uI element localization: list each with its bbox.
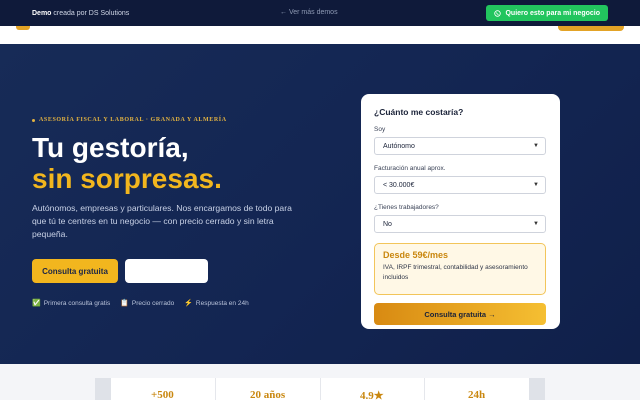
more-demos-link[interactable]: ← Ver más demos <box>280 9 338 16</box>
field-label-employees: ¿Tienes trabajadores? <box>374 204 439 211</box>
lightning-icon: ⚡ <box>184 300 193 307</box>
trust-item: ⚡ Respuesta en 24h <box>184 299 249 308</box>
price-value: Desde 59€/mes <box>383 250 449 260</box>
dot-icon <box>32 118 35 122</box>
hero-title-line1: Tu gestoría, <box>32 132 189 163</box>
stat-years: 20 años <box>250 389 286 400</box>
stat-response: 24h <box>468 389 486 400</box>
field-label-revenue: Facturación anual aprox. <box>374 165 446 172</box>
want-this-button[interactable]: Quiero esto para mi negocio <box>486 5 608 21</box>
clipboard-icon: 📋 <box>120 300 129 307</box>
trust-item: 📋 Precio cerrado <box>120 299 175 308</box>
header-cta-button[interactable] <box>558 26 624 31</box>
secondary-button[interactable] <box>125 259 208 283</box>
site-header <box>0 26 640 44</box>
client-type-select[interactable]: Autónomo ▼ <box>374 137 546 155</box>
trust-item: ✅ Primera consulta gratis <box>32 299 111 308</box>
hero-title: Tu gestoría, sin sorpresas. <box>32 132 222 194</box>
field-label-soy: Soy <box>374 126 386 133</box>
calculator-title: ¿Cuánto me costaría? <box>374 107 464 117</box>
price-includes: IVA, IRPF trimestral, contabilidad y ase… <box>383 264 528 281</box>
hero-subtitle: Autónomos, empresas y particulares. Nos … <box>32 203 292 239</box>
price-calculator-card: ¿Cuánto me costaría? Soy Autónomo ▼ Fact… <box>361 94 560 329</box>
hero-eyebrow: ASESORÍA FISCAL Y LABORAL · GRANADA Y AL… <box>32 117 227 123</box>
card-consultation-button[interactable]: Consulta gratuita → <box>374 303 546 325</box>
whatsapp-icon <box>494 9 502 17</box>
employees-select[interactable]: No ▼ <box>374 215 546 233</box>
free-consultation-button[interactable]: Consulta gratuita <box>32 259 118 283</box>
stat-clients: +500 <box>151 389 174 400</box>
check-icon: ✅ <box>32 300 41 307</box>
chevron-down-icon: ▼ <box>533 221 539 227</box>
chevron-down-icon: ▼ <box>533 143 539 149</box>
stat-rating: 4.9★ <box>360 390 384 400</box>
price-result: Desde 59€/mes IVA, IRPF trimestral, cont… <box>374 243 546 295</box>
hero-title-line2: sin sorpresas. <box>32 163 222 194</box>
trust-badges: ✅ Primera consulta gratis 📋 Precio cerrado… <box>32 299 249 308</box>
want-this-label: Quiero esto para mi negocio <box>505 9 600 17</box>
site-logo[interactable] <box>16 26 30 30</box>
revenue-select[interactable]: < 30.000€ ▼ <box>374 176 546 194</box>
demo-bar: Demo creada por DS Solutions ← Ver más d… <box>0 0 640 26</box>
demo-brand: Demo creada por DS Solutions <box>32 9 130 17</box>
chevron-down-icon: ▼ <box>533 182 539 188</box>
